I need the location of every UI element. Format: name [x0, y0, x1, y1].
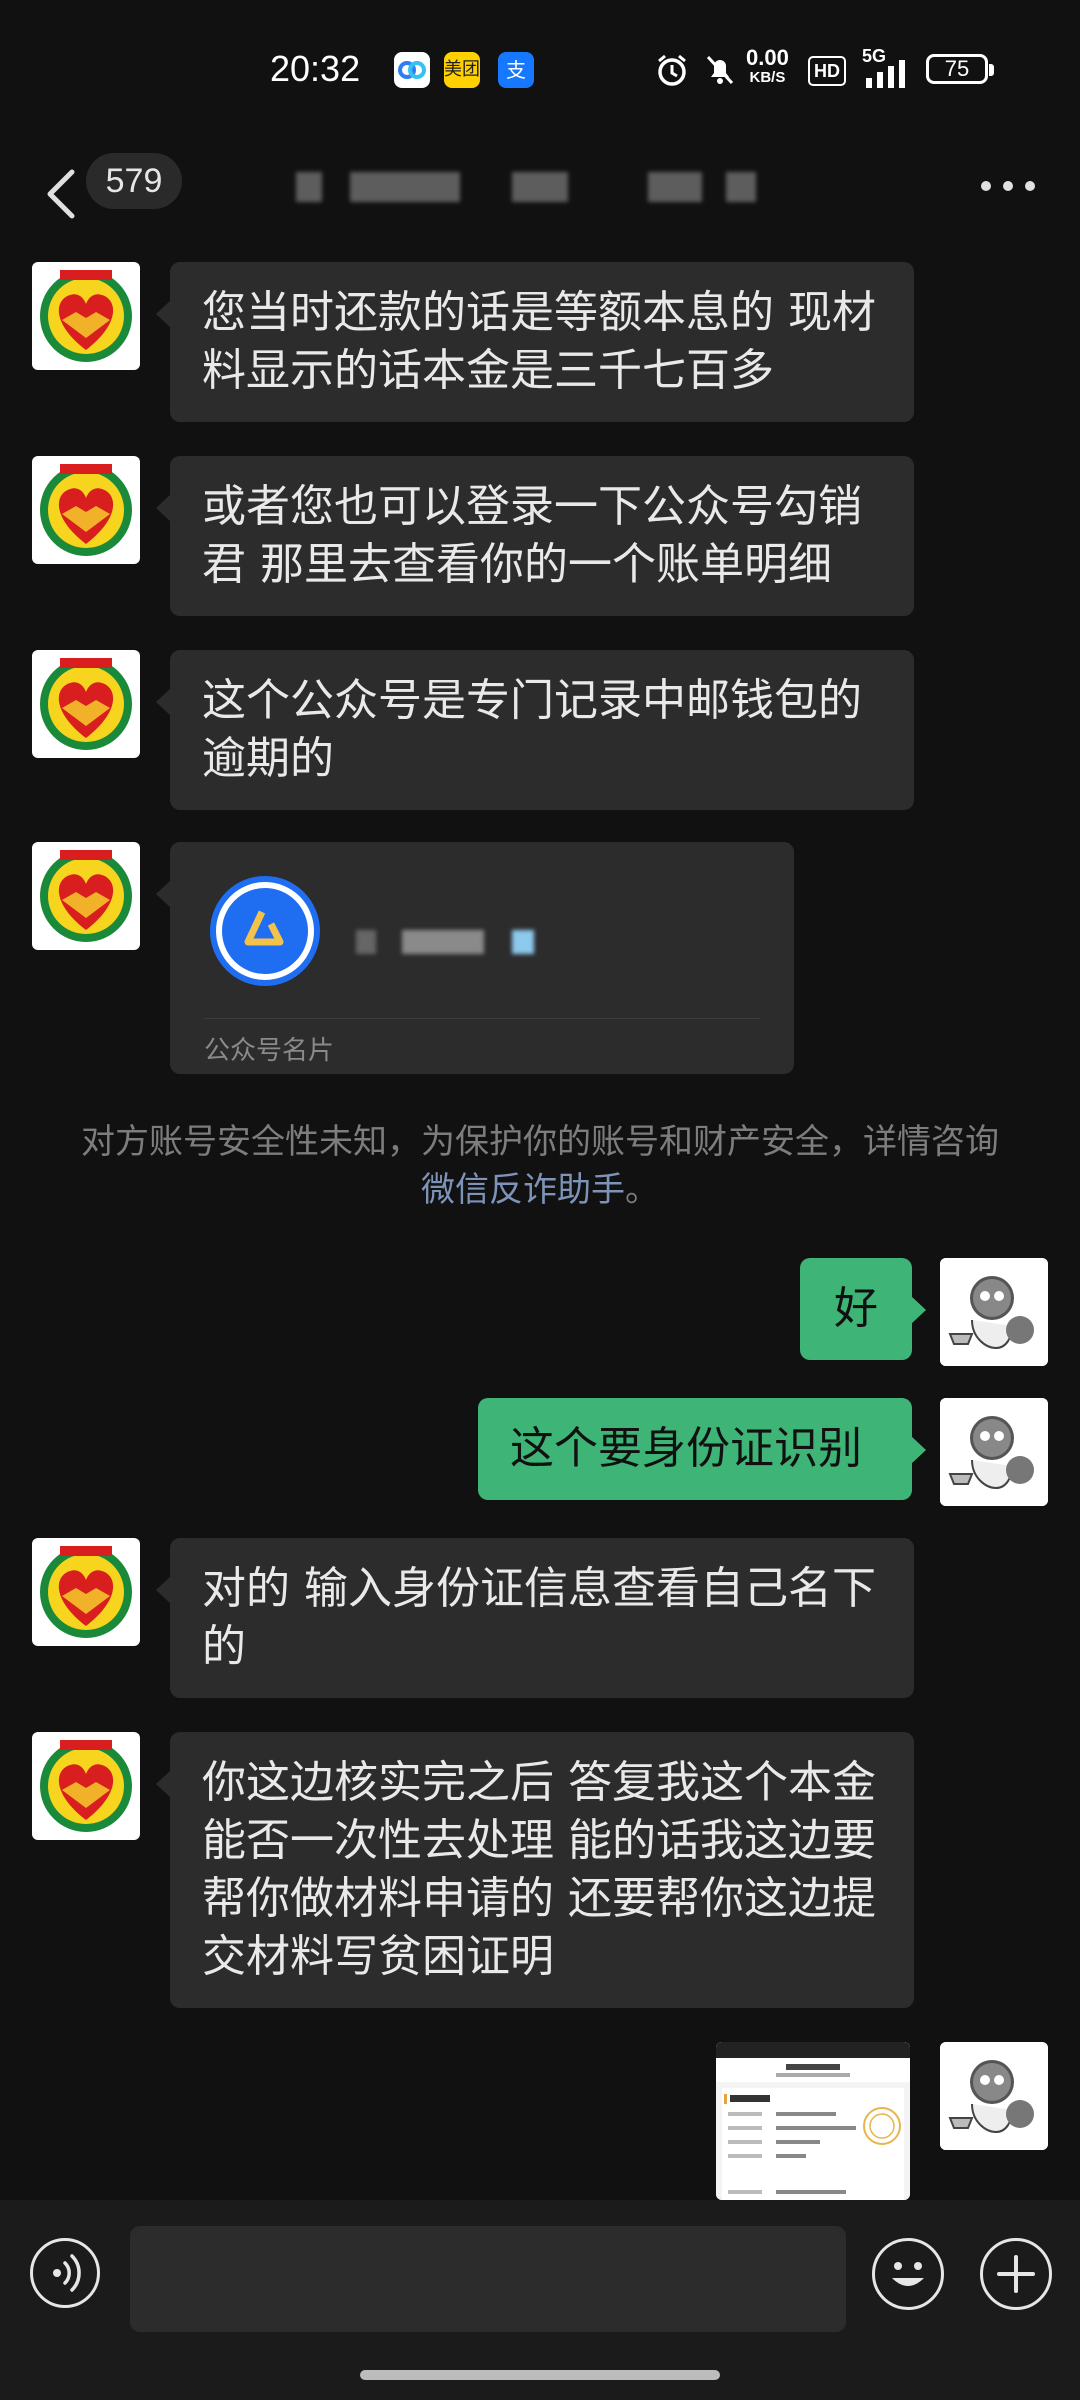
contact-avatar[interactable] [32, 1732, 140, 1840]
official-account-card[interactable]: 公众号名片 [156, 842, 794, 1074]
battery-indicator: 75 [926, 54, 994, 84]
more-options-button[interactable] [978, 156, 1038, 207]
my-avatar[interactable] [940, 1398, 1048, 1506]
message-bubble[interactable]: 这个公众号是专门记录中邮钱包的逾期的 [156, 650, 914, 810]
emblem-avatar-icon [40, 1740, 132, 1832]
redacted-title-block [350, 172, 460, 202]
status-bar: 20:32 美团 支 0.00 KB/S HD 5G 75 [0, 0, 1080, 140]
voice-input-button[interactable] [30, 2238, 100, 2308]
emblem-avatar-icon [40, 658, 132, 750]
my-message-bubble[interactable]: 这个要身份证识别 [478, 1398, 926, 1500]
signal-icon [864, 58, 914, 92]
official-account-logo [210, 876, 320, 986]
unread-count-badge[interactable]: 579 [86, 153, 182, 209]
emblem-avatar-icon [40, 270, 132, 362]
screenshot-preview-icon [716, 2042, 910, 2200]
contact-avatar[interactable] [32, 842, 140, 950]
card-type-label: 公众号名片 [204, 1036, 335, 1066]
cat-avatar-icon [940, 1398, 1048, 1506]
emoji-button[interactable] [872, 2238, 944, 2310]
emblem-avatar-icon [40, 850, 132, 942]
voice-wave-icon [53, 2254, 81, 2292]
redacted-account-name [402, 930, 484, 954]
hd-icon: HD [808, 56, 846, 86]
message-bubble[interactable]: 或者您也可以登录一下公众号勾销君 那里去查看你的一个账单明细 [156, 456, 914, 616]
smiley-icon [892, 2262, 924, 2286]
redacted-title-block [726, 172, 756, 202]
account-logo-icon [216, 882, 314, 980]
my-message-bubble[interactable]: 好 [800, 1258, 926, 1360]
redacted-title-block [648, 172, 702, 202]
contact-avatar[interactable] [32, 1538, 140, 1646]
redacted-title-block [296, 172, 322, 202]
emblem-avatar-icon [40, 464, 132, 556]
meituan-icon: 美团 [444, 52, 480, 88]
alipay-icon: 支 [498, 52, 534, 88]
contact-avatar[interactable] [32, 456, 140, 564]
my-avatar[interactable] [940, 1258, 1048, 1366]
alarm-icon [654, 52, 690, 92]
cat-avatar-icon [940, 2042, 1048, 2150]
my-avatar[interactable] [940, 2042, 1048, 2150]
contact-avatar[interactable] [32, 262, 140, 370]
redacted-account-name [356, 930, 376, 954]
net-speed: 0.00 KB/S [746, 45, 789, 87]
mute-bell-icon [702, 52, 738, 92]
cloud-sync-icon [394, 52, 430, 88]
anti-fraud-assistant-link[interactable]: 微信反诈助手 [421, 1170, 625, 1210]
message-bubble[interactable]: 您当时还款的话是等额本息的 现材料显示的话本金是三千七百多 [156, 262, 914, 422]
redacted-account-name [512, 930, 534, 954]
contact-avatar[interactable] [32, 650, 140, 758]
emblem-avatar-icon [40, 1546, 132, 1638]
image-message-thumbnail[interactable] [716, 2042, 910, 2200]
more-functions-button[interactable] [980, 2238, 1052, 2310]
status-time: 20:32 [270, 48, 361, 89]
security-warning-note: 对方账号安全性未知，为保护你的账号和财产安全，详情咨询微信反诈助手。 [81, 1122, 999, 1210]
home-indicator[interactable] [360, 2370, 720, 2380]
card-divider [204, 1018, 760, 1019]
more-dots-icon [981, 181, 1035, 191]
redacted-title-block [512, 172, 568, 202]
plus-icon [997, 2255, 1035, 2293]
cat-avatar-icon [940, 1258, 1048, 1366]
message-bubble[interactable]: 你这边核实完之后 答复我这个本金能否一次性去处理 能的话我这边要帮你做材料申请的… [156, 1732, 914, 2008]
message-input[interactable] [130, 2226, 846, 2332]
message-bubble[interactable]: 对的 输入身份证信息查看自己名下的 [156, 1538, 914, 1698]
